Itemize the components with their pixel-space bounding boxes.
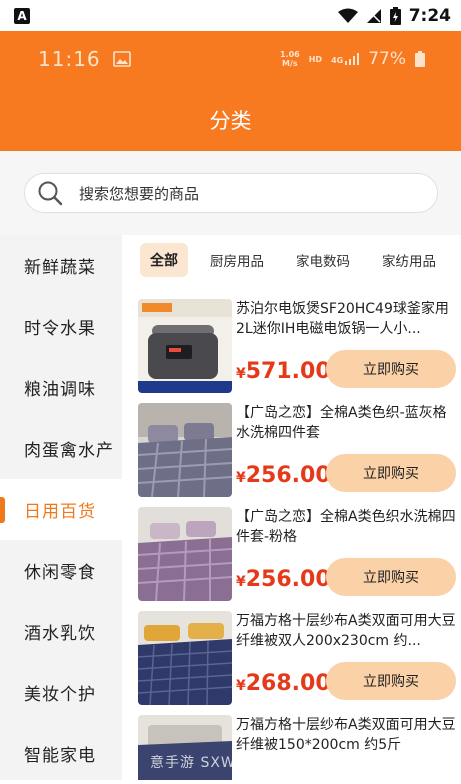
status-right: 7:24 [337, 5, 451, 26]
system-status-bar: A 7:24 [0, 0, 461, 31]
price-currency: ¥ [236, 678, 246, 694]
tab-textiles[interactable]: 家纺用品 [372, 243, 446, 277]
page-header: 11:16 1.06 M/s HD 4G 77% 分类 [0, 31, 461, 151]
product-image-rice-cooker[interactable] [138, 299, 232, 393]
tab-electronics[interactable]: 家电数码 [286, 243, 360, 277]
buy-now-button[interactable]: 立即购买 [326, 350, 456, 388]
product-image-quilt-navy[interactable] [138, 611, 232, 705]
battery-percent: 77% [368, 49, 406, 69]
image-icon [112, 51, 131, 67]
product-item[interactable]: 苏泊尔电饭煲SF20HC49球釜家用2L迷你IH电磁电饭锅一人小... ¥571… [138, 299, 461, 393]
product-panel: 全部 厨房用品 家电数码 家纺用品 苏泊尔电饭煲SF20HC49球釜家用2L迷你… [122, 235, 461, 780]
price-currency: ¥ [236, 366, 246, 382]
signal-label: 4G [331, 56, 344, 65]
product-price: ¥256.00 [236, 463, 331, 488]
status-left: A [14, 7, 30, 24]
sidebar-item-drinks[interactable]: 酒水乳饮 [0, 601, 122, 662]
inner-status-bar: 11:16 1.06 M/s HD 4G 77% [38, 47, 425, 71]
buy-now-button[interactable]: 立即购买 [326, 662, 456, 700]
price-value: 571.00 [245, 359, 331, 384]
product-price: ¥571.00 [236, 359, 331, 384]
battery-icon [415, 51, 425, 67]
price-currency: ¥ [236, 574, 246, 590]
inner-status-right: 1.06 M/s HD 4G 77% [280, 49, 425, 69]
category-sidebar: 新鲜蔬菜 时令水果 粮油调味 肉蛋禽水产 日用百货 休闲零食 酒水乳饮 美妆个护… [0, 235, 122, 780]
search-area: 搜索您想要的商品 [0, 151, 461, 235]
product-title: 万福方格十层纱布A类双面可用大豆纤维被150*200cm 约5斤 [236, 717, 456, 753]
signal-indicator: 4G [331, 53, 360, 65]
tab-kitchen[interactable]: 厨房用品 [200, 243, 274, 277]
search-placeholder: 搜索您想要的商品 [79, 184, 200, 203]
signal-bars-icon [345, 53, 360, 65]
net-speed-unit: M/s [282, 59, 298, 68]
inner-time: 11:16 [38, 47, 101, 71]
net-speed: 1.06 M/s [280, 50, 300, 68]
product-item[interactable]: 万福方格十层纱布A类双面可用大豆纤维被双人200x230cm 约... ¥268… [138, 611, 461, 705]
tab-all[interactable]: 全部 [140, 243, 188, 277]
buy-now-button[interactable]: 立即购买 [326, 454, 456, 492]
product-title: 【广岛之恋】全棉A类色织-蓝灰格水洗棉四件套 [236, 405, 447, 441]
sidebar-item-snacks[interactable]: 休闲零食 [0, 540, 122, 601]
buy-now-button[interactable]: 立即购买 [326, 558, 456, 596]
sidebar-item-vegetables[interactable]: 新鲜蔬菜 [0, 235, 122, 296]
net-speed-value: 1.06 [279, 50, 300, 59]
battery-charging-icon [389, 6, 401, 25]
sub-category-tabs: 全部 厨房用品 家电数码 家纺用品 [140, 243, 458, 277]
product-price: ¥256.00 [236, 567, 331, 592]
system-time: 7:24 [408, 5, 451, 26]
hd-badge: HD [308, 54, 323, 64]
product-item[interactable]: 【广岛之恋】全棉A类色织水洗棉四件套-粉格 ¥256.00 立即购买 [138, 507, 461, 601]
product-price: ¥268.00 [236, 671, 331, 696]
product-item[interactable]: 【广岛之恋】全棉A类色织-蓝灰格水洗棉四件套 ¥256.00 立即购买 [138, 403, 461, 497]
search-input[interactable]: 搜索您想要的商品 [24, 173, 438, 213]
product-title: 【广岛之恋】全棉A类色织水洗棉四件套-粉格 [236, 509, 456, 545]
app-notification-icon: A [14, 7, 30, 24]
sidebar-item-grain-oil[interactable]: 粮油调味 [0, 357, 122, 418]
price-currency: ¥ [236, 470, 246, 486]
sidebar-item-fruits[interactable]: 时令水果 [0, 296, 122, 357]
product-title: 苏泊尔电饭煲SF20HC49球釜家用2L迷你IH电磁电饭锅一人小... [236, 301, 449, 337]
sidebar-item-meat-seafood[interactable]: 肉蛋禽水产 [0, 418, 122, 479]
product-title: 万福方格十层纱布A类双面可用大豆纤维被双人200x230cm 约... [236, 613, 456, 649]
price-value: 256.00 [245, 463, 331, 488]
wifi-icon [337, 8, 358, 23]
signal-off-icon [366, 8, 381, 23]
watermark: 意手游 SXWYT.COM [150, 755, 295, 771]
sidebar-item-daily-goods[interactable]: 日用百货 [0, 479, 122, 540]
price-value: 256.00 [245, 567, 331, 592]
inner-time-group: 11:16 [38, 47, 131, 71]
sidebar-item-appliances[interactable]: 智能家电 [0, 723, 122, 784]
search-icon [38, 181, 63, 206]
page-title: 分类 [209, 109, 252, 133]
price-value: 268.00 [245, 671, 331, 696]
product-image-bedding-blue[interactable] [138, 403, 232, 497]
sidebar-item-beauty[interactable]: 美妆个护 [0, 662, 122, 723]
product-image-bedding-pink[interactable] [138, 507, 232, 601]
